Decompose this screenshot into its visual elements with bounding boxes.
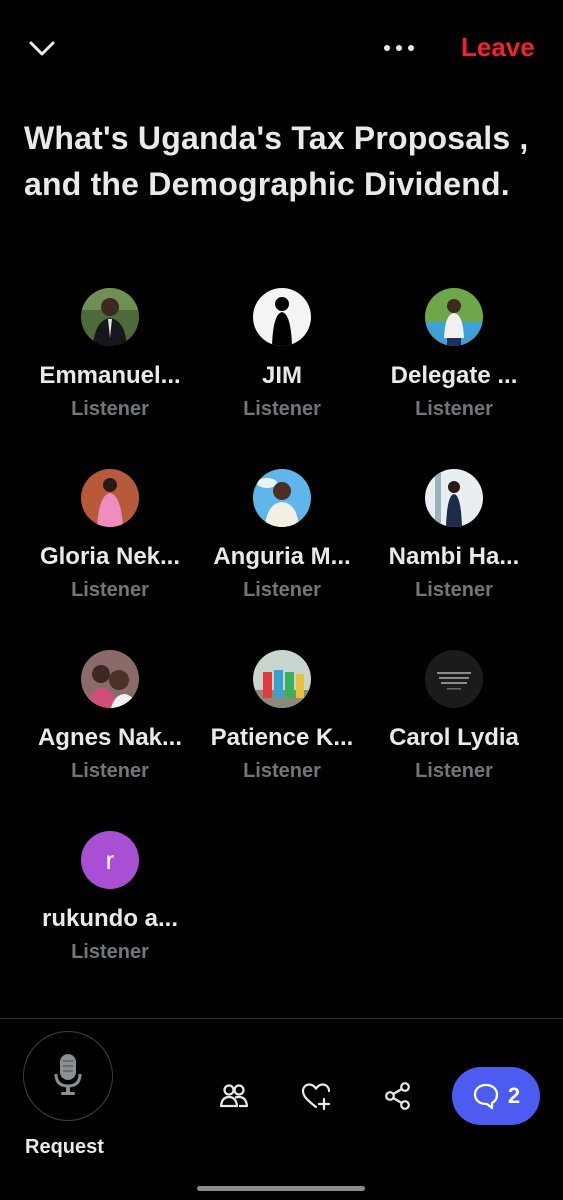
avatar [253, 288, 311, 346]
comments-button[interactable]: 2 [452, 1067, 540, 1125]
request-mic-button[interactable] [23, 1031, 113, 1121]
participant[interactable]: Carol Lydia Listener [368, 650, 540, 790]
footer-divider [0, 1018, 563, 1019]
avatar [425, 288, 483, 346]
participant-name: JIM [261, 362, 302, 389]
participant-name: Carol Lydia [389, 724, 519, 751]
participant-role: Listener [71, 760, 149, 782]
participant[interactable]: Delegate ... Listener [368, 288, 540, 428]
participant-name: Patience K... [210, 724, 354, 751]
participant[interactable]: JIM Listener [196, 288, 368, 428]
participant-name: rukundo a... [41, 905, 178, 932]
share-icon[interactable] [382, 1080, 414, 1112]
leave-button[interactable]: Leave [461, 32, 535, 63]
avatar [253, 650, 311, 708]
avatar [425, 469, 483, 527]
avatar-initial: r [105, 844, 115, 875]
comments-count: 2 [507, 1083, 521, 1108]
chevron-down-icon[interactable] [28, 38, 56, 60]
participant-role: Listener [415, 398, 493, 420]
participant-name: Nambi Ha... [388, 543, 520, 570]
participant-name: Anguria M... [213, 543, 351, 570]
participant[interactable]: Emmanuel... Listener [24, 288, 196, 428]
request-label[interactable]: Request [25, 1136, 104, 1159]
participant[interactable]: Gloria Nek... Listener [24, 469, 196, 609]
participant[interactable]: Nambi Ha... Listener [368, 469, 540, 609]
participant-role: Listener [415, 579, 493, 601]
participant[interactable]: r rukundo a... Listener [24, 831, 196, 971]
heart-plus-icon[interactable] [300, 1080, 332, 1112]
participant-role: Listener [71, 941, 149, 963]
participant-role: Listener [243, 579, 321, 601]
avatar-letter: r [81, 831, 139, 889]
avatar [425, 650, 483, 708]
participant[interactable]: Agnes Nak... Listener [24, 650, 196, 790]
participant-role: Listener [71, 398, 149, 420]
avatar [81, 288, 139, 346]
participant-name: Delegate ... [390, 362, 518, 389]
participants-grid: Emmanuel... Listener JIM Listener Delega… [24, 288, 540, 971]
participant-name: Gloria Nek... [39, 543, 181, 570]
more-options-icon[interactable] [384, 38, 420, 58]
home-indicator [197, 1186, 365, 1191]
microphone-icon [54, 1054, 82, 1095]
avatar [81, 469, 139, 527]
participant[interactable]: Anguria M... Listener [196, 469, 368, 609]
participant-role: Listener [415, 760, 493, 782]
participant-role: Listener [71, 579, 149, 601]
avatar [81, 650, 139, 708]
participant[interactable]: Patience K... Listener [196, 650, 368, 790]
space-title: What's Uganda's Tax Proposals , and the … [24, 120, 529, 202]
participant-role: Listener [243, 398, 321, 420]
people-icon[interactable] [218, 1080, 250, 1112]
participant-name: Emmanuel... [39, 362, 181, 389]
avatar [253, 469, 311, 527]
comment-icon [473, 1083, 499, 1110]
participant-role: Listener [243, 760, 321, 782]
participant-name: Agnes Nak... [37, 724, 183, 751]
top-bar: Leave [0, 0, 563, 100]
